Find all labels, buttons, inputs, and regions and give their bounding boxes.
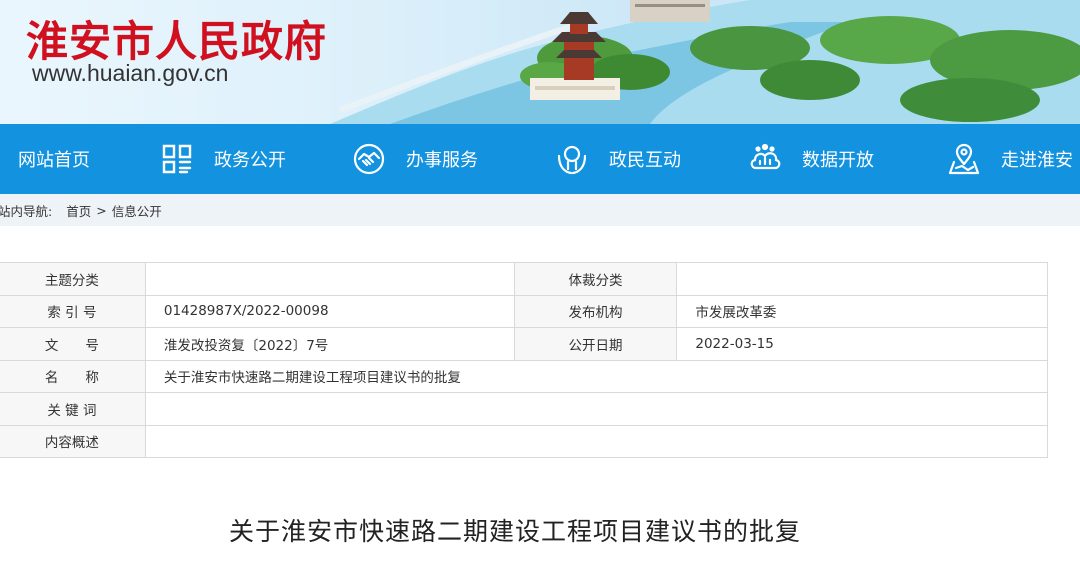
site-url: www.huaian.gov.cn	[32, 60, 229, 86]
table-row: 文 号 淮发改投资复〔2022〕7号 公开日期 2022-03-15	[0, 327, 1048, 361]
info-key: 体裁分类	[513, 262, 678, 296]
main-nav: 网站首页 政务公开 办事服务 政民互动 数据开放 走进淮安	[0, 124, 1080, 194]
breadcrumb-home-link[interactable]: 首页	[66, 201, 91, 220]
grid-icon	[160, 142, 194, 176]
table-row: 名 称 关于淮安市快速路二期建设工程项目建议书的批复	[0, 359, 1049, 393]
map-pin-icon	[947, 142, 981, 176]
breadcrumb: 站内导航: 首页 > 信息公开	[0, 194, 1080, 226]
nav-item-home[interactable]: 网站首页	[18, 124, 90, 194]
data-cloud-icon	[748, 142, 782, 176]
table-row: 内容概述	[0, 424, 1049, 458]
nav-item-interaction[interactable]: 政民互动	[555, 124, 681, 194]
info-key: 发布机构	[513, 294, 678, 328]
nav-item-about-huaian[interactable]: 走进淮安	[947, 124, 1073, 194]
info-value	[676, 262, 1048, 296]
nav-item-gov-affairs[interactable]: 政务公开	[160, 124, 286, 194]
info-value	[144, 392, 1049, 426]
breadcrumb-label: 站内导航:	[0, 203, 53, 219]
nav-item-services[interactable]: 办事服务	[352, 124, 478, 194]
handshake-icon	[352, 142, 386, 176]
info-value	[144, 424, 1049, 458]
city-scenery-image	[330, 0, 1080, 124]
hands-icon	[555, 142, 589, 176]
nav-item-label: 数据开放	[802, 150, 874, 171]
nav-item-label: 走进淮安	[1001, 150, 1073, 171]
info-key: 名 称	[0, 359, 146, 393]
info-key: 公开日期	[513, 327, 678, 361]
header-banner: 淮安市人民政府 www.huaian.gov.cn	[0, 0, 1080, 124]
info-value	[144, 262, 515, 296]
info-key: 关 键 词	[0, 392, 146, 426]
info-key: 索 引 号	[0, 294, 146, 328]
document-title: 关于淮安市快速路二期建设工程项目建议书的批复	[228, 517, 801, 546]
nav-item-label: 政民互动	[609, 150, 681, 171]
table-row: 索 引 号 01428987X/2022-00098 发布机构 市发展改革委	[0, 294, 1048, 328]
nav-item-label: 办事服务	[406, 150, 478, 171]
info-value: 01428987X/2022-00098	[144, 294, 515, 328]
table-row: 主题分类 体裁分类	[0, 262, 1048, 296]
nav-item-label: 网站首页	[18, 150, 90, 171]
info-key: 文 号	[0, 327, 146, 361]
info-value: 关于淮安市快速路二期建设工程项目建议书的批复	[144, 359, 1049, 393]
table-row: 关 键 词	[0, 392, 1049, 426]
info-key: 内容概述	[0, 424, 146, 458]
nav-item-label: 政务公开	[214, 150, 286, 171]
breadcrumb-separator: >	[96, 202, 107, 218]
nav-item-open-data[interactable]: 数据开放	[748, 124, 874, 194]
info-value: 市发展改革委	[676, 294, 1048, 328]
info-value: 2022-03-15	[676, 327, 1048, 361]
info-key: 主题分类	[0, 262, 146, 296]
breadcrumb-info-link[interactable]: 信息公开	[112, 201, 162, 220]
document-info-table: 主题分类 体裁分类 索 引 号 01428987X/2022-00098 发布机…	[0, 262, 1049, 458]
info-value: 淮发改投资复〔2022〕7号	[144, 327, 515, 361]
